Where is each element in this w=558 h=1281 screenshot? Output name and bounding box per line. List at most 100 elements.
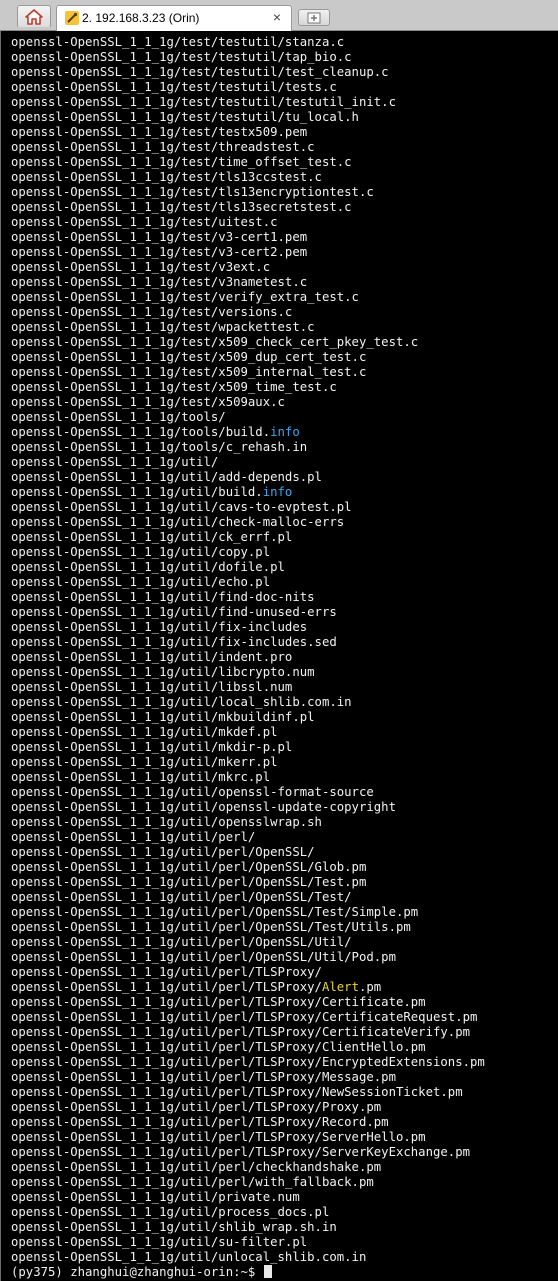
terminal-line: openssl-OpenSSL_1_1_1g/test/x509_check_c… [11, 335, 485, 350]
terminal-line: openssl-OpenSSL_1_1_1g/util/build.info [11, 485, 485, 500]
terminal-line: openssl-OpenSSL_1_1_1g/util/ [11, 455, 485, 470]
terminal-line: openssl-OpenSSL_1_1_1g/util/find-doc-nit… [11, 590, 485, 605]
line-text: openssl-OpenSSL_1_1_1g/util/cavs-to-evpt… [11, 500, 352, 514]
terminal-line: openssl-OpenSSL_1_1_1g/util/mkdef.pl [11, 725, 485, 740]
line-text: openssl-OpenSSL_1_1_1g/test/testutil/tes… [11, 80, 337, 94]
new-tab-button[interactable] [298, 9, 330, 26]
line-text: openssl-OpenSSL_1_1_1g/test/testutil/sta… [11, 35, 345, 49]
line-text: openssl-OpenSSL_1_1_1g/util/unlocal_shli… [11, 1250, 367, 1264]
terminal-line: openssl-OpenSSL_1_1_1g/util/perl/TLSProx… [11, 1085, 485, 1100]
line-text: openssl-OpenSSL_1_1_1g/util/su-filter.pl [11, 1235, 308, 1249]
terminal-line: openssl-OpenSSL_1_1_1g/tools/ [11, 410, 485, 425]
terminal-line: openssl-OpenSSL_1_1_1g/util/perl/TLSProx… [11, 1070, 485, 1085]
line-text: openssl-OpenSSL_1_1_1g/test/testutil/tap… [11, 50, 352, 64]
terminal-line: openssl-OpenSSL_1_1_1g/util/perl/TLSProx… [11, 1025, 485, 1040]
line-text: openssl-OpenSSL_1_1_1g/util/mkdef.pl [11, 725, 278, 739]
line-text: openssl-OpenSSL_1_1_1g/test/verify_extra… [11, 290, 359, 304]
close-icon[interactable]: × [273, 9, 281, 25]
line-text: openssl-OpenSSL_1_1_1g/util/perl/OpenSSL… [11, 875, 367, 889]
line-text: openssl-OpenSSL_1_1_1g/test/x509_dup_cer… [11, 350, 367, 364]
terminal-line: openssl-OpenSSL_1_1_1g/util/mkerr.pl [11, 755, 485, 770]
line-text: openssl-OpenSSL_1_1_1g/tools/build. [11, 425, 271, 439]
terminal-line: openssl-OpenSSL_1_1_1g/test/v3-cert2.pem [11, 245, 485, 260]
line-text: openssl-OpenSSL_1_1_1g/util/ [11, 455, 219, 469]
terminal-line: openssl-OpenSSL_1_1_1g/util/process_docs… [11, 1205, 485, 1220]
terminal-line: openssl-OpenSSL_1_1_1g/test/v3-cert1.pem [11, 230, 485, 245]
terminal-line: openssl-OpenSSL_1_1_1g/util/copy.pl [11, 545, 485, 560]
tab-session[interactable]: 2. 192.168.3.23 (Orin) × [56, 5, 292, 31]
terminal-output[interactable]: openssl-OpenSSL_1_1_1g/test/testutil/sta… [0, 31, 558, 1281]
terminal-line: openssl-OpenSSL_1_1_1g/test/testutil/tes… [11, 65, 485, 80]
terminal-line: openssl-OpenSSL_1_1_1g/test/x509_interna… [11, 365, 485, 380]
line-text: openssl-OpenSSL_1_1_1g/tools/c_rehash.in [11, 440, 308, 454]
tab-bar: 2. 192.168.3.23 (Orin) × [0, 0, 558, 31]
session-icon [65, 11, 79, 25]
line-text: openssl-OpenSSL_1_1_1g/util/perl/TLSProx… [11, 1115, 389, 1129]
line-text: openssl-OpenSSL_1_1_1g/test/v3nametest.c [11, 275, 308, 289]
terminal-line: openssl-OpenSSL_1_1_1g/util/perl/TLSProx… [11, 1115, 485, 1130]
terminal-line: openssl-OpenSSL_1_1_1g/test/testutil/tap… [11, 50, 485, 65]
terminal-line: openssl-OpenSSL_1_1_1g/util/perl/OpenSSL… [11, 860, 485, 875]
line-text: openssl-OpenSSL_1_1_1g/util/find-doc-nit… [11, 590, 315, 604]
text-cursor [263, 1265, 272, 1278]
terminal-line: openssl-OpenSSL_1_1_1g/util/perl/checkha… [11, 1160, 485, 1175]
line-text: openssl-OpenSSL_1_1_1g/util/find-unused-… [11, 605, 337, 619]
terminal-line: openssl-OpenSSL_1_1_1g/util/perl/TLSProx… [11, 1010, 485, 1025]
line-text: openssl-OpenSSL_1_1_1g/test/tls13ccstest… [11, 170, 322, 184]
line-text: openssl-OpenSSL_1_1_1g/test/testutil/tes… [11, 65, 389, 79]
terminal-lines: openssl-OpenSSL_1_1_1g/test/testutil/sta… [11, 35, 485, 1280]
line-text: openssl-OpenSSL_1_1_1g/util/ck_errf.pl [11, 530, 293, 544]
line-text: openssl-OpenSSL_1_1_1g/util/perl/TLSProx… [11, 1055, 485, 1069]
line-text: openssl-OpenSSL_1_1_1g/util/perl/TLSProx… [11, 1010, 478, 1024]
terminal-line: openssl-OpenSSL_1_1_1g/util/perl/ [11, 830, 485, 845]
terminal-line: openssl-OpenSSL_1_1_1g/util/perl/with_fa… [11, 1175, 485, 1190]
line-text: openssl-OpenSSL_1_1_1g/test/threadstest.… [11, 140, 315, 154]
line-text: openssl-OpenSSL_1_1_1g/util/copy.pl [11, 545, 271, 559]
terminal-line: openssl-OpenSSL_1_1_1g/util/su-filter.pl [11, 1235, 485, 1250]
line-text: openssl-OpenSSL_1_1_1g/util/echo.pl [11, 575, 271, 589]
line-text: openssl-OpenSSL_1_1_1g/util/perl/OpenSSL… [11, 905, 419, 919]
terminal-line: openssl-OpenSSL_1_1_1g/test/tls13secrets… [11, 200, 485, 215]
terminal-line: openssl-OpenSSL_1_1_1g/test/v3ext.c [11, 260, 485, 275]
terminal-line: openssl-OpenSSL_1_1_1g/test/x509_dup_cer… [11, 350, 485, 365]
terminal-line: openssl-OpenSSL_1_1_1g/util/private.num [11, 1190, 485, 1205]
terminal-line: openssl-OpenSSL_1_1_1g/test/testutil/tes… [11, 95, 485, 110]
line-text: openssl-OpenSSL_1_1_1g/util/perl/TLSProx… [11, 980, 322, 994]
line-text: openssl-OpenSSL_1_1_1g/test/uitest.c [11, 215, 278, 229]
line-text: openssl-OpenSSL_1_1_1g/util/local_shlib.… [11, 695, 352, 709]
terminal-line: openssl-OpenSSL_1_1_1g/test/tls13encrypt… [11, 185, 485, 200]
highlighted-word: info [262, 485, 293, 499]
terminal-line: openssl-OpenSSL_1_1_1g/util/fix-includes [11, 620, 485, 635]
terminal-line: openssl-OpenSSL_1_1_1g/util/openssl-form… [11, 785, 485, 800]
line-text: openssl-OpenSSL_1_1_1g/test/versions.c [11, 305, 293, 319]
terminal-line: openssl-OpenSSL_1_1_1g/util/mkrc.pl [11, 770, 485, 785]
terminal-line: openssl-OpenSSL_1_1_1g/util/find-unused-… [11, 605, 485, 620]
line-text: openssl-OpenSSL_1_1_1g/util/openssl-upda… [11, 800, 396, 814]
line-text: openssl-OpenSSL_1_1_1g/test/time_offset_… [11, 155, 352, 169]
highlighted-word: info [270, 425, 300, 439]
line-text: openssl-OpenSSL_1_1_1g/util/perl/checkha… [11, 1160, 382, 1174]
terminal-line: openssl-OpenSSL_1_1_1g/util/perl/TLSProx… [11, 980, 485, 995]
terminal-line: openssl-OpenSSL_1_1_1g/test/verify_extra… [11, 290, 485, 305]
line-text: openssl-OpenSSL_1_1_1g/util/perl/TLSProx… [11, 1145, 471, 1159]
line-text: openssl-OpenSSL_1_1_1g/util/fix-includes [11, 620, 308, 634]
terminal-line: openssl-OpenSSL_1_1_1g/util/echo.pl [11, 575, 485, 590]
terminal-line: openssl-OpenSSL_1_1_1g/util/perl/TLSProx… [11, 995, 485, 1010]
terminal-line: openssl-OpenSSL_1_1_1g/test/testutil/tu_… [11, 110, 485, 125]
line-text: openssl-OpenSSL_1_1_1g/util/perl/with_fa… [11, 1175, 374, 1189]
line-text: openssl-OpenSSL_1_1_1g/util/process_docs… [11, 1205, 330, 1219]
home-icon [25, 8, 43, 25]
line-text: openssl-OpenSSL_1_1_1g/test/testutil/tu_… [11, 110, 359, 124]
line-text: openssl-OpenSSL_1_1_1g/test/tls13encrypt… [11, 185, 374, 199]
line-text: openssl-OpenSSL_1_1_1g/util/perl/TLSProx… [11, 1085, 463, 1099]
terminal-line: openssl-OpenSSL_1_1_1g/test/v3nametest.c [11, 275, 485, 290]
shell-prompt[interactable]: (py375) zhanghui@zhanghui-orin:~$ [11, 1265, 485, 1280]
terminal-line: openssl-OpenSSL_1_1_1g/util/cavs-to-evpt… [11, 500, 485, 515]
home-button[interactable] [17, 5, 51, 27]
line-text: openssl-OpenSSL_1_1_1g/util/build. [11, 485, 263, 499]
line-text: openssl-OpenSSL_1_1_1g/util/perl/OpenSSL… [11, 950, 396, 964]
line-text: openssl-OpenSSL_1_1_1g/test/testutil/tes… [11, 95, 396, 109]
line-text: openssl-OpenSSL_1_1_1g/util/libcrypto.nu… [11, 665, 315, 679]
terminal-line: openssl-OpenSSL_1_1_1g/util/perl/TLSProx… [11, 965, 485, 980]
line-text: openssl-OpenSSL_1_1_1g/util/libssl.num [11, 680, 293, 694]
